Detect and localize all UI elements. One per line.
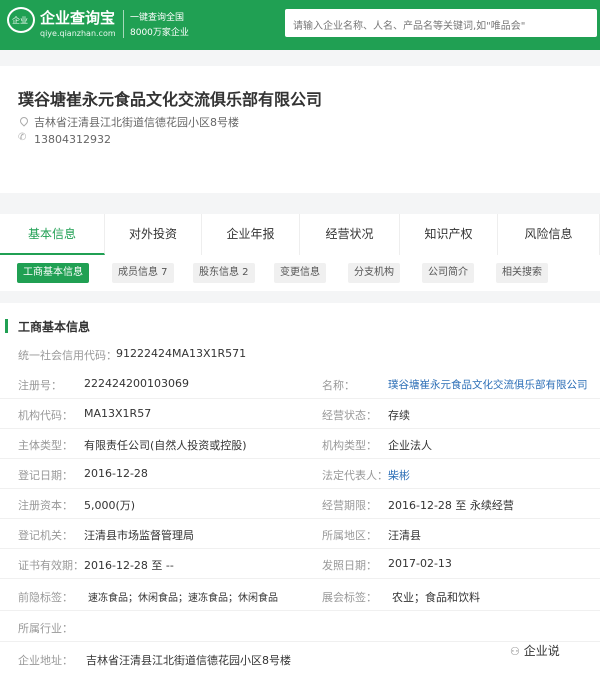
row-divider bbox=[0, 610, 600, 611]
row-divider bbox=[0, 518, 600, 519]
label-reg-date: 登记日期： bbox=[18, 469, 73, 482]
label-reg-no: 注册号： bbox=[18, 379, 62, 392]
logo-title[interactable]: 企业查询宝 bbox=[40, 7, 115, 28]
wechat-icon: ⚇ bbox=[510, 645, 520, 658]
tab-basic-info[interactable]: 基本信息 bbox=[0, 214, 105, 255]
slogan-line-1: 一键查询全国 bbox=[130, 13, 185, 23]
company-address: 吉林省汪清县江北街道信德花园小区8号楼 bbox=[34, 116, 239, 129]
value-reg-no: 222424200103069 bbox=[84, 377, 189, 390]
row-divider bbox=[0, 428, 600, 429]
phone-icon: ✆ bbox=[18, 132, 27, 143]
value-org-type: 企业法人 bbox=[388, 439, 432, 452]
label-industry: 所属行业： bbox=[18, 622, 73, 635]
subtab-changes[interactable]: 变更信息 bbox=[274, 263, 326, 283]
row-divider bbox=[0, 488, 600, 489]
value-name-link[interactable]: 璞谷塘崔永元食品文化交流俱乐部有限公司 bbox=[388, 377, 588, 392]
label-org-type: 机构类型： bbox=[322, 439, 377, 452]
label-cert-validity: 证书有效期： bbox=[18, 559, 84, 572]
value-expo-tags: 农业；食品和饮料 bbox=[392, 591, 480, 604]
subtab-branches[interactable]: 分支机构 bbox=[348, 263, 400, 283]
company-name: 璞谷塘崔永元食品文化交流俱乐部有限公司 bbox=[18, 90, 323, 109]
label-capital: 注册资本： bbox=[18, 499, 73, 512]
label-tags: 前隐标签： bbox=[18, 591, 73, 604]
value-address: 吉林省汪清县江北街道信德花园小区8号楼 bbox=[86, 654, 291, 667]
label-region: 所属地区： bbox=[322, 529, 377, 542]
section-title: 工商基本信息 bbox=[18, 320, 91, 334]
label-status: 经营状态： bbox=[322, 409, 377, 422]
value-capital: 5,000(万) bbox=[84, 499, 136, 512]
tab-ip[interactable]: 知识产权 bbox=[400, 214, 498, 255]
value-tags: 速冻食品；休闲食品；速冻食品；休闲食品 bbox=[88, 593, 278, 604]
row-divider bbox=[0, 458, 600, 459]
watermark-text: 企业说 bbox=[523, 644, 560, 658]
value-authority: 汪清县市场监督管理局 bbox=[84, 529, 194, 542]
label-expo-tags: 展会标签： bbox=[322, 591, 377, 604]
value-status: 存续 bbox=[388, 409, 410, 422]
value-reg-date: 2016-12-28 bbox=[84, 467, 148, 480]
tab-operation[interactable]: 经营状况 bbox=[300, 214, 400, 255]
subtab-related-search[interactable]: 相关搜索 bbox=[496, 263, 548, 283]
top-header: 企业 企业查询宝 qiye.qianzhan.com 一键查询全国 8000万家… bbox=[0, 0, 600, 50]
logo-divider bbox=[123, 10, 124, 38]
label-address: 企业地址： bbox=[18, 654, 73, 667]
tab-risk[interactable]: 风险信息 bbox=[498, 214, 600, 255]
value-issue-date: 2017-02-13 bbox=[388, 557, 452, 570]
sub-tabs: 工商基本信息 成员信息 7 股东信息 2 变更信息 分支机构 公司简介 相关搜索 bbox=[0, 255, 600, 291]
value-term: 2016-12-28 至 永续经营 bbox=[388, 499, 514, 512]
label-entity-type: 主体类型： bbox=[18, 439, 73, 452]
row-divider bbox=[0, 398, 600, 399]
slogan-line-2: 8000万家企业 bbox=[130, 28, 189, 38]
subtab-profile[interactable]: 公司简介 bbox=[422, 263, 474, 283]
subtab-shareholders[interactable]: 股东信息 2 bbox=[193, 263, 255, 283]
value-legal-rep-link[interactable]: 柴彬 bbox=[388, 467, 410, 483]
subtab-members[interactable]: 成员信息 7 bbox=[112, 263, 174, 283]
label-org-code: 机构代码： bbox=[18, 409, 73, 422]
logo-domain: qiye.qianzhan.com bbox=[40, 29, 116, 38]
label-legal-rep: 法定代表人： bbox=[322, 469, 388, 482]
uscc-value: 91222424MA13X1R571 bbox=[116, 347, 247, 360]
label-name: 名称： bbox=[322, 379, 355, 392]
section-accent-bar bbox=[5, 319, 8, 333]
subtab-business-info[interactable]: 工商基本信息 bbox=[17, 263, 89, 283]
value-region: 汪清县 bbox=[388, 529, 421, 542]
label-term: 经营期限： bbox=[322, 499, 377, 512]
value-org-code: MA13X1R57 bbox=[84, 407, 152, 420]
search-input[interactable]: 请输入企业名称、人名、产品名等关键词,如"唯品会" bbox=[285, 9, 597, 37]
value-cert-validity: 2016-12-28 至 -- bbox=[84, 559, 174, 572]
watermark: ⚇ 企业说 bbox=[510, 642, 560, 659]
row-divider bbox=[0, 578, 600, 579]
value-entity-type: 有限责任公司(自然人投资或控股) bbox=[84, 439, 247, 452]
label-authority: 登记机关： bbox=[18, 529, 73, 542]
company-phone: 13804312932 bbox=[34, 133, 111, 146]
tab-investment[interactable]: 对外投资 bbox=[105, 214, 202, 255]
logo-icon[interactable]: 企业 bbox=[7, 7, 35, 33]
logo-badge: 企业 bbox=[12, 16, 28, 25]
row-divider bbox=[0, 548, 600, 549]
uscc-label: 统一社会信用代码： bbox=[18, 349, 117, 362]
label-issue-date: 发照日期： bbox=[322, 559, 377, 572]
main-tabs: 基本信息 对外投资 企业年报 经营状况 知识产权 风险信息 bbox=[0, 214, 600, 255]
tab-annual-report[interactable]: 企业年报 bbox=[202, 214, 300, 255]
